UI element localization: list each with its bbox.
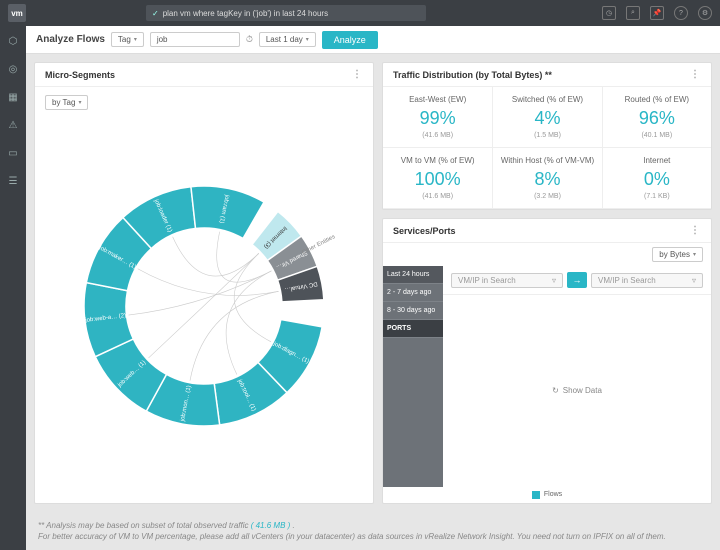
- kebab-icon[interactable]: ⋮: [690, 225, 701, 236]
- bytag-selector[interactable]: by Tag▾: [45, 95, 88, 110]
- group-by-selector[interactable]: Tag▾: [111, 32, 144, 47]
- help-icon[interactable]: ?: [674, 6, 688, 20]
- nav-home-icon[interactable]: ⬡: [6, 34, 20, 48]
- left-nav: ⬡ ◎ ▦ ⚠ ▭ ☰: [0, 26, 26, 550]
- metric-subtext: (41.6 MB): [389, 193, 486, 200]
- flow-chord: [138, 269, 279, 296]
- kebab-icon[interactable]: ⋮: [690, 69, 701, 80]
- bybytes-selector[interactable]: by Bytes▾: [652, 247, 703, 262]
- settings-icon[interactable]: ⚙: [698, 6, 712, 20]
- flow-chord: [173, 237, 259, 276]
- reload-icon: ↻: [552, 386, 559, 395]
- search-icon[interactable]: ⌕: [626, 6, 640, 20]
- page-title: Analyze Flows: [36, 34, 105, 45]
- ports-tab[interactable]: PORTS: [383, 320, 443, 338]
- metric-title: VM to VM (% of EW): [389, 156, 486, 165]
- flow-chord: [149, 254, 259, 359]
- traffic-metrics-grid: East-West (EW) 99% (41.6 MB) Switched (% of…: [383, 87, 711, 209]
- card-title: Traffic Distribution (by Total Bytes) **: [393, 70, 552, 80]
- traffic-metric[interactable]: East-West (EW) 99% (41.6 MB): [383, 87, 492, 148]
- check-icon: ✓: [152, 9, 159, 18]
- history-icon[interactable]: ◷: [602, 6, 616, 20]
- metric-value: 0%: [609, 169, 705, 190]
- metric-title: Internet: [609, 156, 705, 165]
- donut-segment[interactable]: [191, 186, 264, 238]
- time-tab[interactable]: 2 - 7 days ago: [383, 284, 443, 302]
- card-title: Micro-Segments: [45, 70, 115, 80]
- flow-chord: [234, 254, 271, 342]
- top-icon-group: ◷ ⌕ 📌 ? ⚙: [602, 6, 712, 20]
- services-filter-row: VM/IP in Search▿ → VM/IP in Search▿: [443, 266, 711, 295]
- microsegments-header: Micro-Segments ⋮: [35, 63, 373, 87]
- traffic-metric[interactable]: Internet 0% (7.1 KB): [602, 148, 711, 209]
- flow-chord: [129, 271, 272, 315]
- metric-subtext: (7.1 KB): [609, 193, 705, 200]
- pin-icon[interactable]: 📌: [650, 6, 664, 20]
- nav-entity-icon[interactable]: ▭: [6, 146, 20, 160]
- dest-vm-select[interactable]: VM/IP in Search▿: [591, 273, 703, 288]
- chevron-down-icon: ▿: [692, 276, 696, 285]
- metric-title: Switched (% of EW): [499, 95, 595, 104]
- services-legend: Flows: [383, 487, 711, 503]
- services-time-tabs: Last 24 hours2 - 7 days ago8 - 30 days a…: [383, 266, 443, 487]
- chevron-down-icon: ▾: [78, 99, 81, 106]
- footer-note: ** Analysis may be based on subset of to…: [26, 512, 720, 550]
- metric-title: Within Host (% of VM-VM): [499, 156, 595, 165]
- nav-security-icon[interactable]: ▦: [6, 90, 20, 104]
- traffic-metric[interactable]: Routed (% of EW) 96% (40.1 MB): [602, 87, 711, 148]
- metric-title: East-West (EW): [389, 95, 486, 104]
- services-header: Services/Ports ⋮: [383, 219, 711, 243]
- metric-subtext: (1.5 MB): [499, 132, 595, 139]
- search-text: plan vm where tagKey in ('job') in last …: [163, 9, 328, 18]
- metric-value: 96%: [609, 108, 705, 129]
- metric-title: Routed (% of EW): [609, 95, 705, 104]
- nav-plan-icon[interactable]: ◎: [6, 62, 20, 76]
- metric-subtext: (41.6 MB): [389, 132, 486, 139]
- nav-saved-icon[interactable]: ☰: [6, 174, 20, 188]
- chevron-down-icon: ▾: [134, 36, 137, 43]
- time-tab[interactable]: Last 24 hours: [383, 266, 443, 284]
- nav-alerts-icon[interactable]: ⚠: [6, 118, 20, 132]
- traffic-metric[interactable]: Switched (% of EW) 4% (1.5 MB): [492, 87, 601, 148]
- tag-value-input[interactable]: job: [150, 32, 240, 47]
- global-search[interactable]: ✓ plan vm where tagKey in ('job') in las…: [146, 5, 426, 21]
- clock-icon: ⏱: [246, 34, 253, 45]
- arrow-right-icon: →: [567, 272, 587, 288]
- kebab-icon[interactable]: ⋮: [352, 69, 363, 80]
- metric-value: 8%: [499, 169, 595, 190]
- filter-bar: Analyze Flows Tag▾ job ⏱ Last 1 day▾ Ana…: [26, 26, 720, 54]
- chevron-down-icon: ▾: [306, 36, 309, 43]
- traffic-metric[interactable]: Within Host (% of VM-VM) 8% (3.2 MB): [492, 148, 601, 209]
- metric-value: 4%: [499, 108, 595, 129]
- time-range-selector[interactable]: Last 1 day▾: [259, 32, 316, 47]
- traffic-header: Traffic Distribution (by Total Bytes) **…: [383, 63, 711, 87]
- microsegments-chart[interactable]: job:dlagn… (1)job:tool… (1)job:mon… (1)j…: [35, 110, 373, 503]
- traffic-metric[interactable]: VM to VM (% of EW) 100% (41.6 MB): [383, 148, 492, 209]
- card-title: Services/Ports: [393, 226, 456, 236]
- chevron-down-icon: ▾: [693, 251, 696, 258]
- show-data-button[interactable]: ↻ Show Data: [443, 295, 711, 487]
- topbar: vm ✓ plan vm where tagKey in ('job') in …: [0, 0, 720, 26]
- metric-value: 100%: [389, 169, 486, 190]
- metric-subtext: (3.2 MB): [499, 193, 595, 200]
- metric-value: 99%: [389, 108, 486, 129]
- time-tab[interactable]: 8 - 30 days ago: [383, 302, 443, 320]
- analyze-button[interactable]: Analyze: [322, 31, 378, 49]
- source-vm-select[interactable]: VM/IP in Search▿: [451, 273, 563, 288]
- chevron-down-icon: ▿: [552, 276, 556, 285]
- legend-swatch: [532, 491, 540, 499]
- app-logo[interactable]: vm: [8, 4, 26, 22]
- traffic-link[interactable]: ( 41.6 MB ): [251, 521, 291, 530]
- metric-subtext: (40.1 MB): [609, 132, 705, 139]
